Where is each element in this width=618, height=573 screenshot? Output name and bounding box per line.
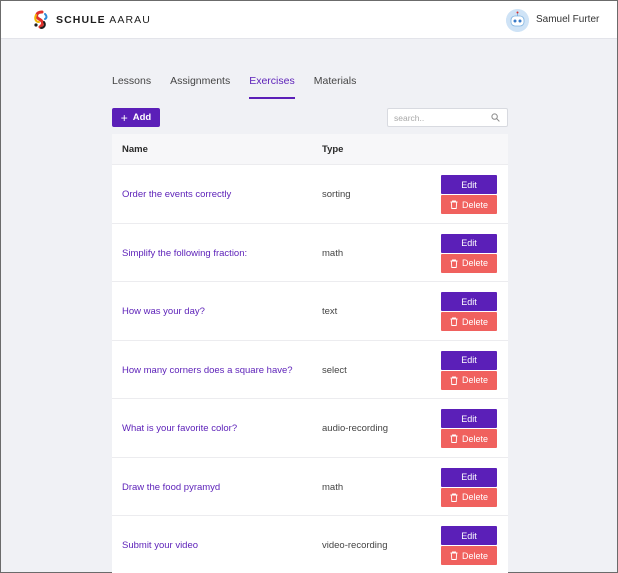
exercise-type: math [322, 481, 344, 493]
delete-button[interactable]: Delete [441, 546, 497, 565]
brand-name-bold: SCHULE [56, 14, 106, 26]
table-header: Name Type [112, 134, 508, 165]
edit-button[interactable]: Edit [441, 175, 497, 194]
trash-icon [450, 434, 458, 443]
delete-button[interactable]: Delete [441, 312, 497, 331]
delete-button-label: Delete [461, 550, 488, 561]
edit-button-label: Edit [461, 413, 477, 424]
brand-name[interactable]: SCHULE AARAU [56, 14, 151, 26]
table-row: Simplify the following fraction: math Edit… [112, 224, 508, 282]
exercise-type: text [322, 306, 338, 317]
plus-icon: + [120, 110, 128, 125]
trash-icon [450, 317, 458, 326]
delete-button[interactable]: Delete [441, 195, 497, 214]
exercise-name-link[interactable]: What is your favorite color? [122, 423, 237, 434]
school-logo-icon[interactable] [31, 10, 51, 30]
delete-button[interactable]: Delete [441, 253, 497, 273]
exercise-type: sorting [322, 189, 351, 200]
edit-button[interactable]: Edit [441, 526, 497, 545]
column-header-type: Type [322, 144, 344, 155]
exercise-name-link[interactable]: Submit your video [122, 540, 198, 551]
add-button-label: Add [132, 112, 152, 123]
trash-icon [450, 200, 458, 209]
table-row: How many corners does a square have? sele… [112, 341, 508, 399]
trash-icon [450, 259, 458, 268]
table-row: Order the events correctly sorting Edit Del… [112, 165, 508, 224]
brand-name-light: AARAU [109, 14, 151, 26]
exercises-table: Name Type Order the events correctly sort… [112, 134, 508, 573]
exercise-name-link[interactable]: How was your day? [122, 306, 205, 317]
tab-lessons[interactable]: Lessons [112, 75, 151, 99]
trash-icon [450, 551, 458, 560]
exercise-type: math [322, 247, 344, 259]
edit-button[interactable]: Edit [441, 233, 497, 253]
delete-button[interactable]: Delete [441, 487, 497, 507]
table-row: How was your day? text Edit Delete [112, 282, 508, 341]
search-icon[interactable] [491, 113, 500, 122]
delete-button-label: Delete [461, 316, 488, 327]
edit-button-label: Edit [461, 296, 477, 307]
table-row: Submit your video video-recording Edit Dele… [112, 516, 508, 573]
edit-button[interactable]: Edit [441, 292, 497, 311]
table-row: What is your favorite color? audio-record… [112, 399, 508, 458]
search-box[interactable] [387, 108, 508, 127]
exercise-name-link[interactable]: Simplify the following fraction: [122, 248, 247, 259]
tab-assignments[interactable]: Assignments [170, 75, 230, 99]
edit-button-label: Edit [461, 530, 477, 541]
trash-icon [450, 493, 458, 502]
delete-button-label: Delete [461, 492, 488, 502]
delete-button-label: Delete [461, 199, 488, 210]
edit-button[interactable]: Edit [441, 409, 497, 428]
tab-materials[interactable]: Materials [314, 75, 357, 99]
robot-avatar-icon [506, 9, 529, 32]
exercise-name-link[interactable]: Order the events correctly [122, 189, 231, 200]
delete-button[interactable]: Delete [441, 370, 497, 390]
add-button[interactable]: + Add [112, 108, 160, 127]
delete-button-label: Delete [461, 375, 488, 385]
avatar[interactable] [506, 9, 529, 32]
search-input[interactable] [394, 112, 484, 124]
edit-button-label: Edit [461, 179, 477, 190]
exercise-type: audio-recording [322, 423, 389, 434]
delete-button-label: Delete [461, 433, 488, 444]
exercise-name-link[interactable]: How many corners does a square have? [122, 365, 293, 376]
exercise-name-link[interactable]: Draw the food pyramyd [122, 482, 220, 493]
exercise-type: select [322, 364, 347, 376]
tab-exercises[interactable]: Exercises [249, 75, 295, 99]
edit-button[interactable]: Edit [441, 467, 497, 487]
table-row: Draw the food pyramyd math Edit Delete [112, 458, 508, 516]
column-header-name: Name [122, 144, 148, 155]
delete-button-label: Delete [461, 258, 488, 268]
trash-icon [450, 376, 458, 385]
edit-button-label: Edit [461, 472, 477, 482]
delete-button[interactable]: Delete [441, 429, 497, 448]
exercise-type: video-recording [322, 540, 388, 551]
tab-bar: Lessons Assignments Exercises Materials [112, 75, 375, 99]
edit-button[interactable]: Edit [441, 350, 497, 370]
top-bar: SCHULE AARAU Samuel Furter [1, 1, 617, 39]
edit-button-label: Edit [461, 355, 477, 365]
user-name[interactable]: Samuel Furter [536, 14, 599, 25]
edit-button-label: Edit [461, 238, 477, 248]
